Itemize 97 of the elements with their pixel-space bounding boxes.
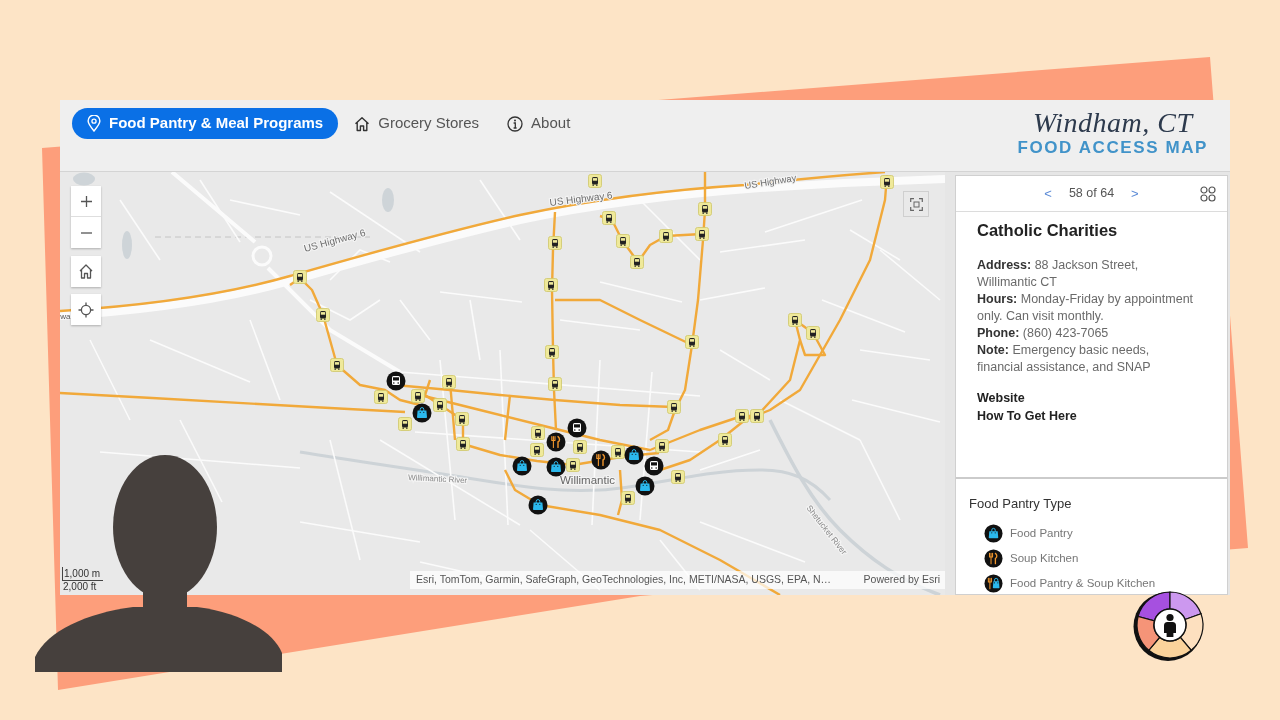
bus-stop-icon — [788, 313, 802, 327]
scale-label: 2,000 ft — [62, 581, 98, 593]
minus-icon — [80, 231, 92, 234]
nav-tab[interactable]: Grocery Stores — [340, 108, 494, 139]
info-icon — [507, 115, 524, 132]
bus-stop-icon — [566, 458, 580, 472]
dock-button[interactable] — [1199, 184, 1217, 203]
detail-text: Address: 88 Jackson Street, Willimantic CT — [977, 257, 1140, 291]
map-label: US Highway — [743, 172, 797, 191]
bus-stop-icon — [695, 227, 709, 241]
locate-button[interactable] — [71, 294, 101, 325]
attribution-text: Esri, TomTom, Garmin, SafeGraph, GeoTechnologies, Inc, METI/NASA, USGS, EPA, N… — [416, 572, 832, 588]
bus-stop-icon — [442, 375, 456, 389]
bus-stop-icon — [548, 377, 562, 391]
corners-icon — [909, 197, 923, 211]
bus-stop-icon — [655, 439, 669, 453]
shopping-bag-marker-icon[interactable] — [624, 445, 644, 465]
bus-marker-icon[interactable] — [386, 371, 406, 391]
bus-stop-icon — [588, 174, 602, 188]
pin-icon — [87, 115, 101, 132]
map-label: US Highway 6 — [548, 189, 614, 208]
zoom-out-button[interactable] — [71, 217, 101, 248]
map-label: Willimantic River — [407, 473, 468, 486]
utensils-bag-marker-icon — [984, 574, 1003, 593]
app-subtitle: FOOD ACCESS MAP — [1017, 138, 1208, 158]
utensils-marker-icon[interactable] — [546, 432, 566, 452]
bus-stop-icon — [530, 443, 544, 457]
map-label: Willimantic — [560, 474, 615, 486]
shopping-bag-marker-icon — [984, 524, 1003, 543]
previous-button[interactable]: < — [1041, 185, 1055, 202]
bus-stop-icon — [456, 437, 470, 451]
bus-stop-icon — [544, 278, 558, 292]
bus-stop-icon — [573, 440, 587, 454]
bus-stop-icon — [667, 400, 681, 414]
bus-marker-icon[interactable] — [644, 456, 664, 476]
bus-stop-icon — [548, 236, 562, 250]
shopping-bag-marker-icon[interactable] — [512, 456, 532, 476]
scale-label: 1,000 m — [62, 567, 104, 581]
four-circles-icon — [1200, 185, 1216, 202]
bus-stop-icon — [611, 445, 625, 459]
shopping-bag-marker-icon[interactable] — [635, 476, 655, 496]
lake — [382, 188, 394, 212]
bus-stop-icon — [545, 345, 559, 359]
utensils-marker-icon — [984, 549, 1003, 568]
bus-marker-icon[interactable] — [567, 418, 587, 438]
home-button[interactable] — [71, 256, 101, 287]
detail-text: Phone: (860) 423-7065 — [977, 325, 1110, 342]
bus-stop-icon — [671, 470, 685, 484]
page-counter: 58 of 64 — [1068, 185, 1115, 203]
bus-stop-icon — [602, 211, 616, 225]
bus-stop-icon — [698, 202, 712, 216]
next-button[interactable]: > — [1128, 185, 1142, 202]
powered-by-link[interactable]: Powered by Esri — [863, 572, 940, 588]
expand-button[interactable] — [903, 191, 929, 217]
bus-stop-icon — [718, 433, 732, 447]
utensils-marker-icon[interactable] — [591, 450, 611, 470]
home-icon — [354, 115, 371, 132]
bus-stop-icon — [455, 412, 469, 426]
legend-label: Food Pantry & Soup Kitchen — [1010, 575, 1156, 591]
detail-link[interactable]: How To Get Here — [977, 407, 1077, 425]
legend-label: Food Pantry — [1010, 525, 1073, 541]
bus-stop-icon — [330, 358, 344, 372]
bus-stop-icon — [531, 426, 545, 440]
legend-label: Soup Kitchen — [1010, 550, 1079, 566]
bus-stop-icon — [398, 417, 412, 431]
plus-icon — [80, 195, 92, 207]
bus-stop-icon — [293, 270, 307, 284]
place-title: Catholic Charities — [977, 220, 1119, 240]
home-icon — [79, 264, 93, 279]
bus-stop-icon — [433, 398, 447, 412]
legend-title: Food Pantry Type — [969, 496, 1072, 511]
map-label: US Highway 6 — [302, 226, 367, 254]
bus-stop-icon — [750, 409, 764, 423]
lake — [122, 231, 132, 259]
bus-stop-icon — [316, 308, 330, 322]
detail-text: Hours: Monday-Friday by appointment only. Can visit monthly. — [977, 291, 1194, 325]
crosshair-icon — [78, 301, 94, 318]
bus-stop-icon — [621, 491, 635, 505]
app-title: Windham, CT — [1032, 108, 1193, 138]
detail-text: Note: Emergency basic needs, financial assistance, and SNAP — [977, 342, 1152, 376]
zoom-in-button[interactable] — [71, 186, 101, 217]
bus-stop-icon — [659, 229, 673, 243]
bus-stop-icon — [880, 175, 894, 189]
bus-stop-icon — [735, 409, 749, 423]
shopping-bag-marker-icon[interactable] — [412, 403, 432, 423]
detail-link[interactable]: Website — [977, 389, 1025, 407]
nav-tab[interactable]: About — [493, 108, 585, 139]
bus-stop-icon — [806, 326, 820, 340]
bus-stop-icon — [616, 234, 630, 248]
bus-stop-icon — [374, 390, 388, 404]
bus-stop-icon — [411, 389, 425, 403]
bus-stop-icon — [630, 255, 644, 269]
shopping-bag-marker-icon[interactable] — [528, 495, 548, 515]
nav-tab[interactable]: Food Pantry & Meal Programs — [72, 108, 339, 139]
shopping-bag-marker-icon[interactable] — [546, 457, 566, 477]
map-label: wa — [60, 312, 71, 321]
bus-stop-icon — [685, 335, 699, 349]
